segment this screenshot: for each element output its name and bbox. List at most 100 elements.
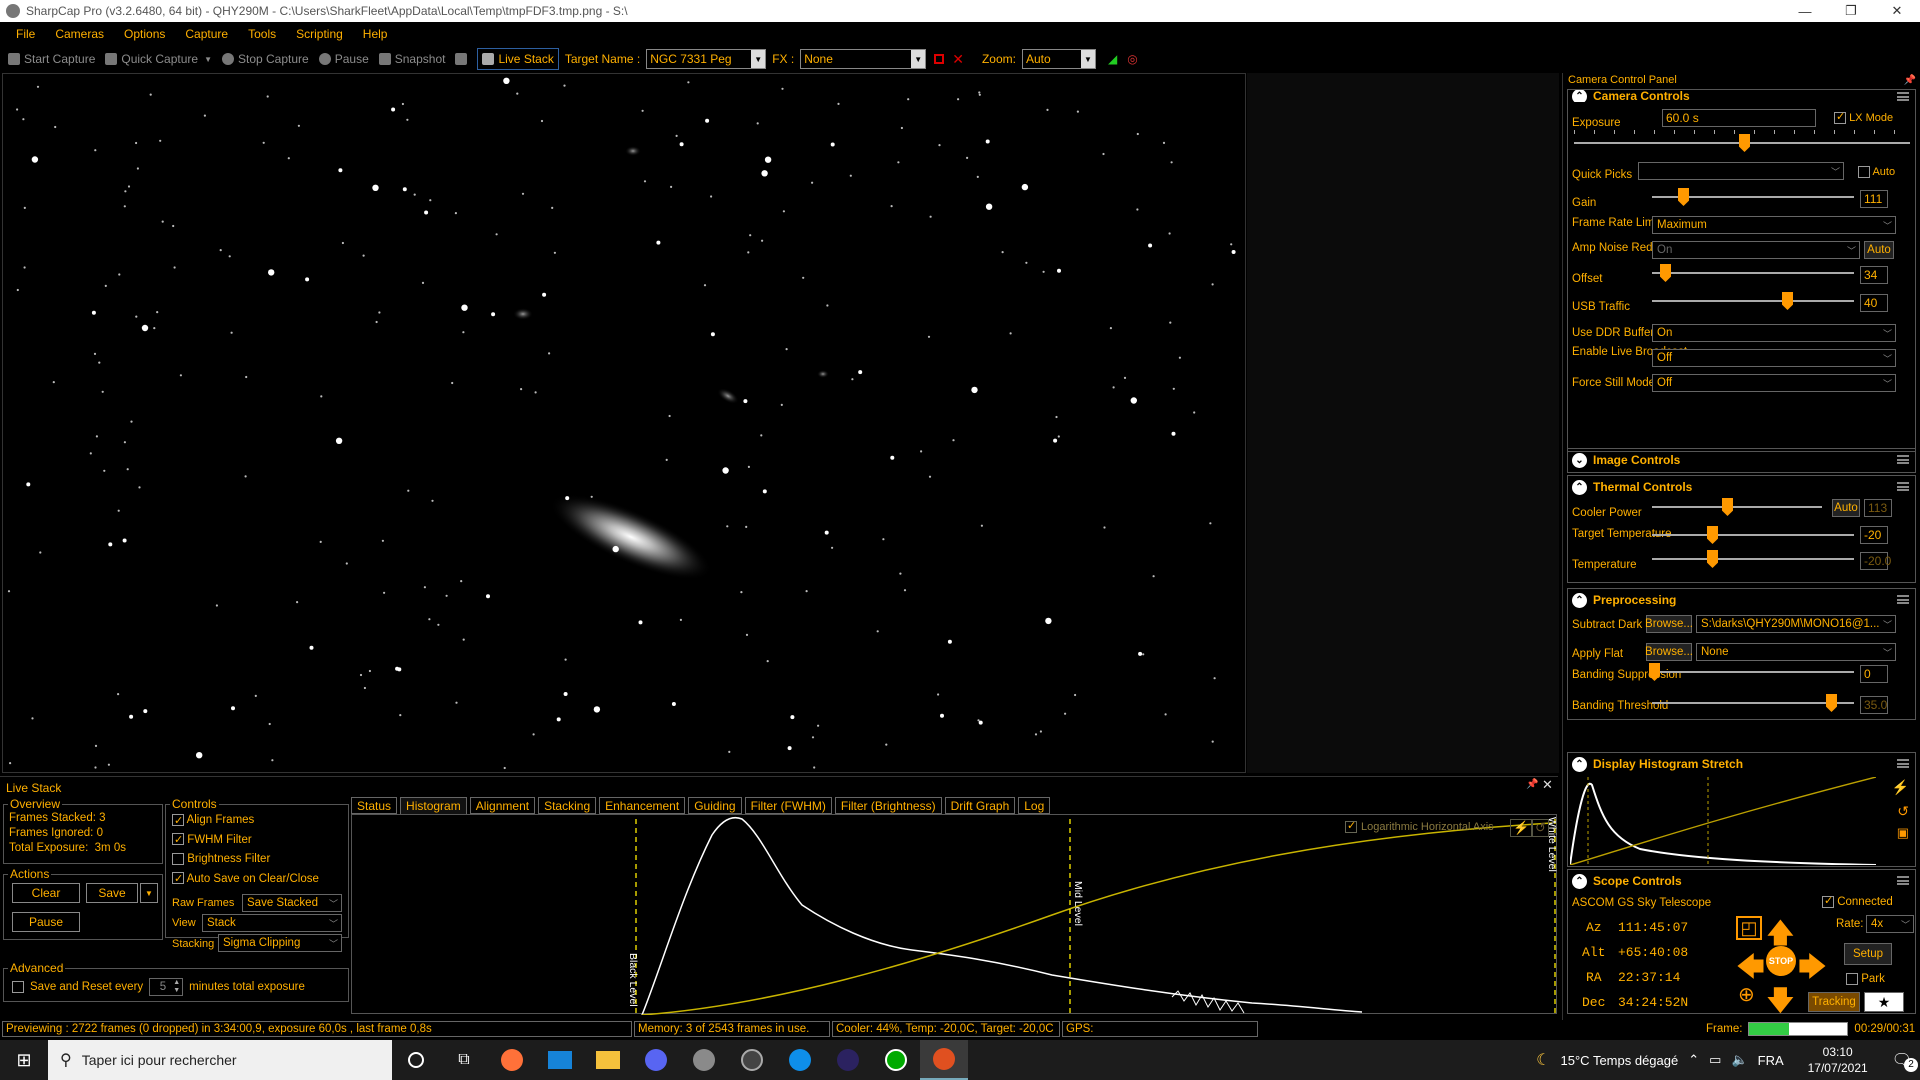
zoom-combo[interactable]: Auto ▼ <box>1021 49 1096 69</box>
auto-save-checkbox[interactable]: Auto Save on Clear/Close <box>172 870 319 890</box>
histogram-stretch-header[interactable]: ⌃ Display Histogram Stretch <box>1568 753 1915 775</box>
chevron-down-icon[interactable]: ▼ <box>140 883 158 903</box>
flat-file-combo[interactable]: None ﹀ <box>1696 643 1896 661</box>
chevron-down-icon[interactable]: ﹀ <box>1883 646 1892 659</box>
connected-checkbox[interactable]: Connected <box>1822 894 1893 908</box>
exposure-field[interactable]: 60.0 s <box>1662 109 1816 127</box>
park-checkbox[interactable]: Park <box>1846 973 1885 985</box>
cooler-auto-button[interactable]: Auto <box>1832 499 1860 517</box>
menu-tools[interactable]: Tools <box>238 27 286 41</box>
image-view[interactable] <box>2 73 1246 773</box>
quick-capture-button[interactable]: Quick Capture ▼ <box>101 48 216 70</box>
usb-traffic-value[interactable]: 40 <box>1860 294 1888 312</box>
gain-value[interactable]: 111 <box>1860 190 1888 208</box>
menu-icon[interactable] <box>1897 595 1909 604</box>
target-temp-value[interactable]: -20 <box>1860 526 1888 544</box>
pause-button[interactable]: Pause <box>315 48 373 70</box>
menu-options[interactable]: Options <box>114 27 175 41</box>
menu-capture[interactable]: Capture <box>175 27 238 41</box>
reset-icon[interactable]: ↺ <box>1532 819 1549 837</box>
stellarium-app[interactable] <box>824 1040 872 1080</box>
log-axis-checkbox[interactable]: Logarithmic Horizontal Axis <box>1345 819 1494 833</box>
chevron-up-icon[interactable]: ⌃ <box>1572 592 1587 608</box>
record-box-icon[interactable] <box>934 54 945 64</box>
target-icon[interactable]: ◎ <box>1127 52 1137 66</box>
chevron-up-icon[interactable]: ⌃ <box>1572 756 1587 772</box>
brightness-filter-checkbox[interactable]: Brightness Filter <box>172 850 319 870</box>
monitor-button[interactable] <box>451 48 475 70</box>
slew-mode-icon[interactable]: ◰ <box>1736 916 1762 940</box>
stacking-combo[interactable]: Sigma Clipping ﹀ <box>218 934 342 952</box>
teamviewer-app[interactable] <box>776 1040 824 1080</box>
raw-frames-combo[interactable]: Save Stacked ﹀ <box>242 894 342 912</box>
chevron-up-icon[interactable]: ⌃ <box>1572 873 1587 889</box>
slider-thumb[interactable] <box>1660 264 1671 282</box>
menu-cameras[interactable]: Cameras <box>45 27 114 41</box>
clear-button[interactable]: Clear <box>12 883 80 903</box>
chevron-down-icon[interactable]: ﹀ <box>329 917 338 930</box>
save-reset-checkbox[interactable] <box>12 981 24 993</box>
chevron-down-icon[interactable]: ﹀ <box>1883 327 1892 340</box>
notification-icon[interactable]: 🗨 2 <box>1892 1050 1918 1072</box>
ddr-buffer-combo[interactable]: On ﹀ <box>1652 324 1896 342</box>
lx-mode-checkbox[interactable]: LX Mode <box>1834 110 1893 125</box>
quick-picks-combo[interactable]: ﹀ <box>1638 162 1844 180</box>
task-view-button[interactable]: ⧉ <box>440 1040 488 1080</box>
start-capture-button[interactable]: Start Capture <box>4 48 99 70</box>
firefox-app[interactable] <box>488 1040 536 1080</box>
chevron-down-icon[interactable]: ﹀ <box>329 897 338 910</box>
reset-icon[interactable]: ↺ <box>1897 803 1909 820</box>
clear-red-icon[interactable]: ✕ <box>952 51 964 68</box>
menu-file[interactable]: File <box>6 27 45 41</box>
menu-icon[interactable] <box>1897 455 1909 464</box>
chevron-up-icon[interactable]: ⌃ <box>1572 479 1587 495</box>
taskbar-search[interactable]: ⚲ Taper ici pour rechercher <box>48 1040 392 1080</box>
scope-setup-button[interactable]: Setup <box>1844 943 1892 965</box>
pin-icon[interactable]: 📌 <box>1904 75 1916 86</box>
chevron-down-icon[interactable]: ﹀ <box>1883 219 1892 232</box>
chevron-down-icon[interactable]: ﹀ <box>1831 165 1840 178</box>
mail-app[interactable] <box>536 1040 584 1080</box>
chevron-down-icon[interactable]: ▼ <box>204 55 212 64</box>
fwhm-filter-checkbox[interactable]: FWHM Filter <box>172 831 319 851</box>
target-temp-slider[interactable] <box>1652 526 1854 544</box>
menu-icon[interactable] <box>1897 482 1909 491</box>
network-icon[interactable]: ▭ <box>1709 1052 1721 1068</box>
chevron-up-icon[interactable]: ⌃ <box>1572 90 1587 102</box>
app-moon[interactable] <box>728 1040 776 1080</box>
slider-thumb[interactable] <box>1826 694 1837 712</box>
pin-icon[interactable]: 📌 <box>1526 779 1538 790</box>
histogram-graph[interactable] <box>352 815 1558 1016</box>
phd2-app[interactable] <box>872 1040 920 1080</box>
chevron-down-icon[interactable]: ﹀ <box>1901 918 1910 931</box>
slider-thumb[interactable] <box>1739 134 1750 152</box>
star-icon[interactable]: ★ <box>1864 992 1904 1012</box>
language-indicator[interactable]: FRA <box>1758 1053 1784 1068</box>
view-combo[interactable]: Stack ﹀ <box>202 914 342 932</box>
dark-file-combo[interactable]: S:\darks\QHY290M\MONO16@1... ﹀ <box>1696 615 1896 633</box>
offset-value[interactable]: 34 <box>1860 266 1888 284</box>
slider-thumb[interactable] <box>1707 526 1718 544</box>
chevron-down-icon[interactable]: ﹀ <box>329 937 338 950</box>
stretch-histogram-graph[interactable] <box>1570 777 1876 865</box>
slider-thumb[interactable] <box>1678 188 1689 206</box>
chevron-down-icon[interactable]: ▼ <box>911 50 926 68</box>
snapshot-button[interactable]: Snapshot <box>375 48 450 70</box>
chevron-down-icon[interactable]: ﹀ <box>1883 352 1892 365</box>
frame-rate-combo[interactable]: Maximum ﹀ <box>1652 216 1896 234</box>
windows-start-button[interactable]: ⊞ <box>0 1040 48 1080</box>
image-controls-header[interactable]: ⌄ Image Controls <box>1568 449 1915 471</box>
chevron-up-icon[interactable]: ⌃ <box>1688 1052 1699 1068</box>
chevron-down-icon[interactable]: ﹀ <box>1883 377 1892 390</box>
tab-filter-fwhm[interactable]: Filter (FWHM) <box>744 797 832 814</box>
live-stack-button[interactable]: Live Stack <box>477 48 559 70</box>
close-icon[interactable]: ✕ <box>1542 777 1553 793</box>
maximize-button[interactable]: ❐ <box>1828 0 1874 22</box>
browse-flat-button[interactable]: Browse... <box>1645 643 1693 661</box>
usb-traffic-slider[interactable] <box>1652 292 1854 310</box>
banding-threshold-slider[interactable] <box>1652 694 1854 712</box>
minimize-button[interactable]: — <box>1782 0 1828 22</box>
rate-combo[interactable]: 4x ﹀ <box>1866 915 1914 933</box>
preprocessing-header[interactable]: ⌃ Preprocessing <box>1568 589 1915 611</box>
crosshair-icon[interactable]: ⊕ <box>1738 982 1755 1007</box>
